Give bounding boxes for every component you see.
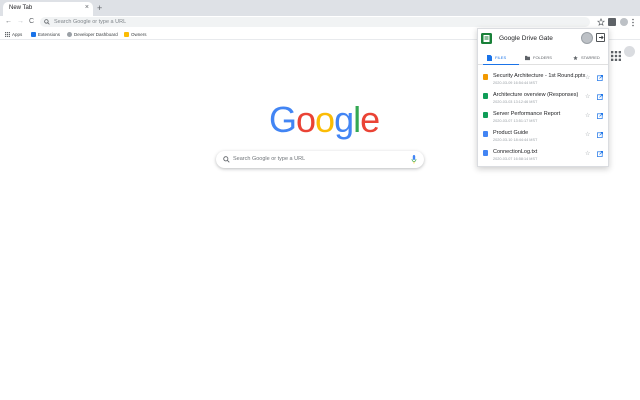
search-box[interactable]: Search Google or type a URL (216, 151, 424, 168)
avatar[interactable] (624, 46, 635, 57)
file-row[interactable]: ConnectionLog.txt 2020-03-07 16:58:14 MS… (478, 147, 608, 166)
forward-button[interactable]: → (17, 17, 24, 27)
file-date: 2020-03-07 16:58:14 MST (493, 157, 538, 161)
search-icon (223, 156, 230, 163)
open-external-icon[interactable] (597, 151, 603, 157)
logo-letter: o (296, 99, 316, 140)
drive-gate-logo-icon (481, 33, 492, 44)
file-date: 2020-03-07 13:51:17 MST (493, 119, 538, 123)
open-external-icon[interactable] (597, 75, 603, 81)
puzzle-icon (31, 32, 36, 38)
bookmark-label: Developer Dashboard (74, 32, 118, 37)
folder-icon (525, 55, 530, 61)
logo-letter: e (360, 99, 380, 140)
apps-grid-icon (611, 51, 621, 61)
bookmark-label: Apps (12, 32, 23, 37)
file-name: ConnectionLog.txt (493, 149, 538, 155)
apps-grid-icon (5, 32, 10, 38)
folder-icon (124, 32, 129, 38)
docs-file-icon (483, 131, 488, 137)
tab-folders[interactable]: FOLDERS (525, 51, 565, 65)
file-row[interactable]: Server Performance Report 2020-03-07 13:… (478, 109, 608, 128)
sheets-file-icon (483, 93, 488, 99)
file-row[interactable]: Architecture overview (Responses) 2020-0… (478, 90, 608, 109)
search-input[interactable]: Search Google or type a URL (233, 156, 305, 162)
bookmark-owners[interactable]: Owners (124, 31, 147, 38)
logo-letter: G (269, 99, 297, 140)
file-name: Security Architecture - 1st Round.pptx (493, 73, 586, 79)
file-name: Product Guide (493, 130, 529, 136)
sheets-file-icon (483, 112, 488, 118)
tab-label: FOLDERS (533, 55, 552, 60)
popup-title: Google Drive Gate (499, 35, 553, 42)
star-icon[interactable] (597, 18, 605, 26)
file-name: Server Performance Report (493, 111, 561, 117)
logo-letter: g (334, 99, 354, 140)
menu-icon[interactable] (631, 18, 635, 27)
address-bar[interactable]: Search Google or type a URL (40, 17, 590, 27)
file-icon (487, 54, 492, 61)
tab-title: New Tab (9, 5, 33, 11)
slides-file-icon (483, 74, 488, 80)
tab-label: STARRED (581, 55, 600, 60)
star-icon[interactable]: ☆ (585, 132, 590, 138)
bookmark-label: Extensions (38, 32, 61, 37)
google-logo: Google (269, 99, 380, 140)
avatar[interactable] (581, 32, 593, 44)
star-icon (573, 55, 578, 61)
file-name: Architecture overview (Responses) (493, 92, 579, 98)
close-icon[interactable]: × (85, 4, 89, 12)
microphone-icon[interactable] (411, 155, 417, 164)
back-button[interactable]: ← (5, 17, 12, 27)
popup-header: Google Drive Gate (478, 29, 608, 50)
logo-letter: o (315, 99, 335, 140)
new-tab-button[interactable]: + (97, 3, 102, 13)
bookmark-developer-dashboard[interactable]: Developer Dashboard (67, 31, 118, 38)
file-date: 2020-03-10 18:44:44 MST (493, 138, 538, 142)
bookmark-label: Owners (131, 32, 147, 37)
star-icon[interactable]: ☆ (585, 75, 590, 81)
docs-file-icon (483, 150, 488, 156)
bookmark-extensions[interactable]: Extensions (31, 31, 60, 38)
file-row[interactable]: Product Guide 2020-03-10 18:44:44 MST ☆ (478, 128, 608, 147)
file-date: 2020-03-09 16:54:44 MST (493, 81, 538, 85)
logout-icon[interactable] (596, 33, 605, 42)
popup-tabs: FILES FOLDERS STARRED (478, 51, 608, 65)
open-external-icon[interactable] (597, 94, 603, 100)
apps-grid-icon[interactable] (611, 48, 621, 61)
tab-starred[interactable]: STARRED (573, 51, 607, 65)
tab-label: FILES (495, 55, 507, 60)
open-external-icon[interactable] (597, 132, 603, 138)
file-row[interactable]: Security Architecture - 1st Round.pptx 2… (478, 71, 608, 90)
reload-button[interactable]: C (29, 17, 34, 27)
profile-avatar[interactable] (620, 18, 628, 26)
address-bar-placeholder: Search Google or type a URL (54, 19, 127, 25)
bookmark-apps[interactable]: Apps (5, 31, 22, 38)
star-icon[interactable]: ☆ (585, 151, 590, 157)
tab-strip: New Tab × + (0, 0, 640, 16)
star-icon[interactable]: ☆ (585, 94, 590, 100)
tab-files[interactable]: FILES (483, 51, 519, 65)
drive-gate-popup: Google Drive Gate FILES FOLDERS STARRED … (477, 28, 609, 167)
open-external-icon[interactable] (597, 113, 603, 119)
search-icon (44, 19, 50, 25)
tab-new-tab[interactable]: New Tab × (3, 2, 93, 16)
drive-gate-extension-icon[interactable] (608, 18, 616, 26)
file-date: 2020-03-03 13:12:46 MST (493, 100, 538, 104)
star-icon[interactable]: ☆ (585, 113, 590, 119)
dashboard-icon (67, 32, 72, 38)
